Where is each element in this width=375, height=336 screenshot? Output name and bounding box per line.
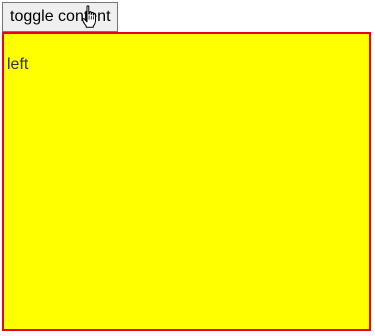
toggle-content-button[interactable]: toggle content xyxy=(2,2,118,32)
content-panel: left xyxy=(2,32,371,331)
panel-label: left xyxy=(7,56,29,73)
